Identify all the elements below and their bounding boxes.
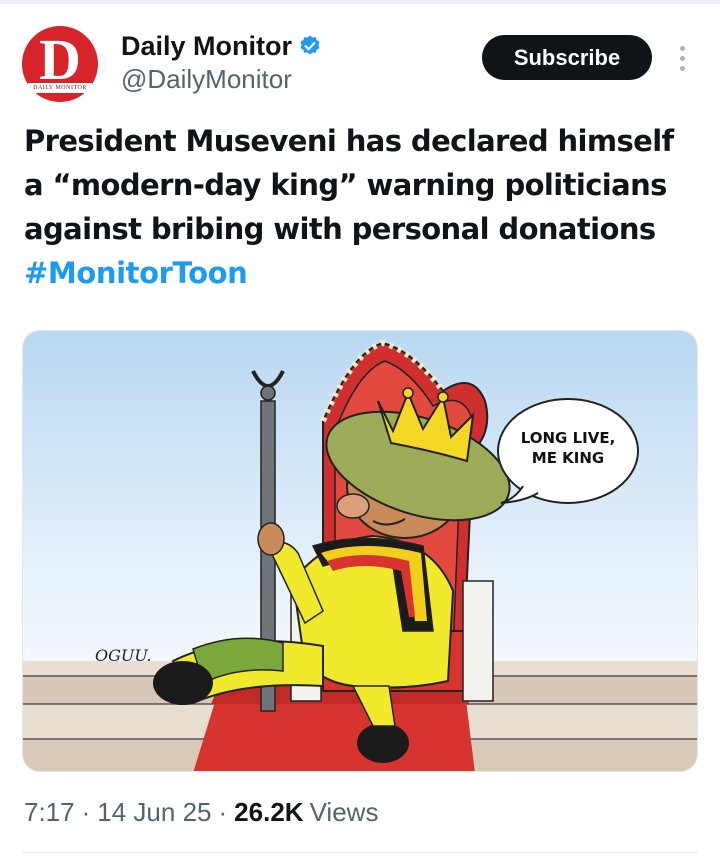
hashtag-link[interactable]: #MonitorToon — [24, 251, 248, 295]
shoe — [153, 661, 213, 705]
tweet-text-line: against bribing with personal donations — [24, 212, 656, 246]
top-divider — [0, 0, 720, 4]
meta-separator: · — [81, 797, 91, 827]
avatar-logo-strip: DAILY MONITOR — [28, 83, 92, 93]
speech-bubble: LONG LIVE, ME KING — [497, 398, 639, 504]
more-dot — [679, 45, 685, 51]
more-dot — [679, 65, 685, 71]
shoe — [357, 723, 409, 763]
speech-text-line2: ME KING — [532, 449, 604, 467]
avatar-logo-caption: DAILY MONITOR — [33, 85, 87, 91]
artist-signature: OGUU. — [95, 646, 151, 665]
tweet-text-line: President Museveni has declared himself — [24, 124, 674, 158]
bottom-divider — [22, 852, 698, 853]
tweet-meta: 7:17 · 14 Jun 25 · 26.2K Views — [24, 797, 378, 828]
subscribe-button[interactable]: Subscribe — [482, 35, 652, 80]
tweet-text-line: a “modern-day king” warning politicians — [24, 168, 667, 202]
tweet-time[interactable]: 7:17 — [24, 797, 75, 828]
account-name-row: Daily Monitor — [121, 28, 322, 64]
avatar[interactable]: D DAILY MONITOR — [22, 26, 98, 102]
account-name[interactable]: Daily Monitor — [121, 31, 292, 62]
avatar-logo-letter: D — [39, 27, 81, 92]
tweet-date[interactable]: 14 Jun 25 — [97, 797, 211, 828]
account-handle[interactable]: @DailyMonitor — [121, 64, 292, 95]
verified-badge-icon — [300, 35, 320, 55]
cartoon-illustration: LONG LIVE, ME KING OGUU. — [23, 331, 697, 771]
speech-text-line1: LONG LIVE, — [521, 429, 616, 447]
tweet-text: President Museveni has declared himself … — [24, 119, 714, 251]
views-count[interactable]: 26.2K — [234, 797, 303, 828]
more-options-icon[interactable] — [670, 40, 694, 76]
meta-separator: · — [218, 797, 228, 827]
tweet-media-cartoon[interactable]: LONG LIVE, ME KING OGUU. — [22, 330, 698, 772]
views-label: Views — [309, 797, 379, 827]
more-dot — [679, 55, 685, 61]
